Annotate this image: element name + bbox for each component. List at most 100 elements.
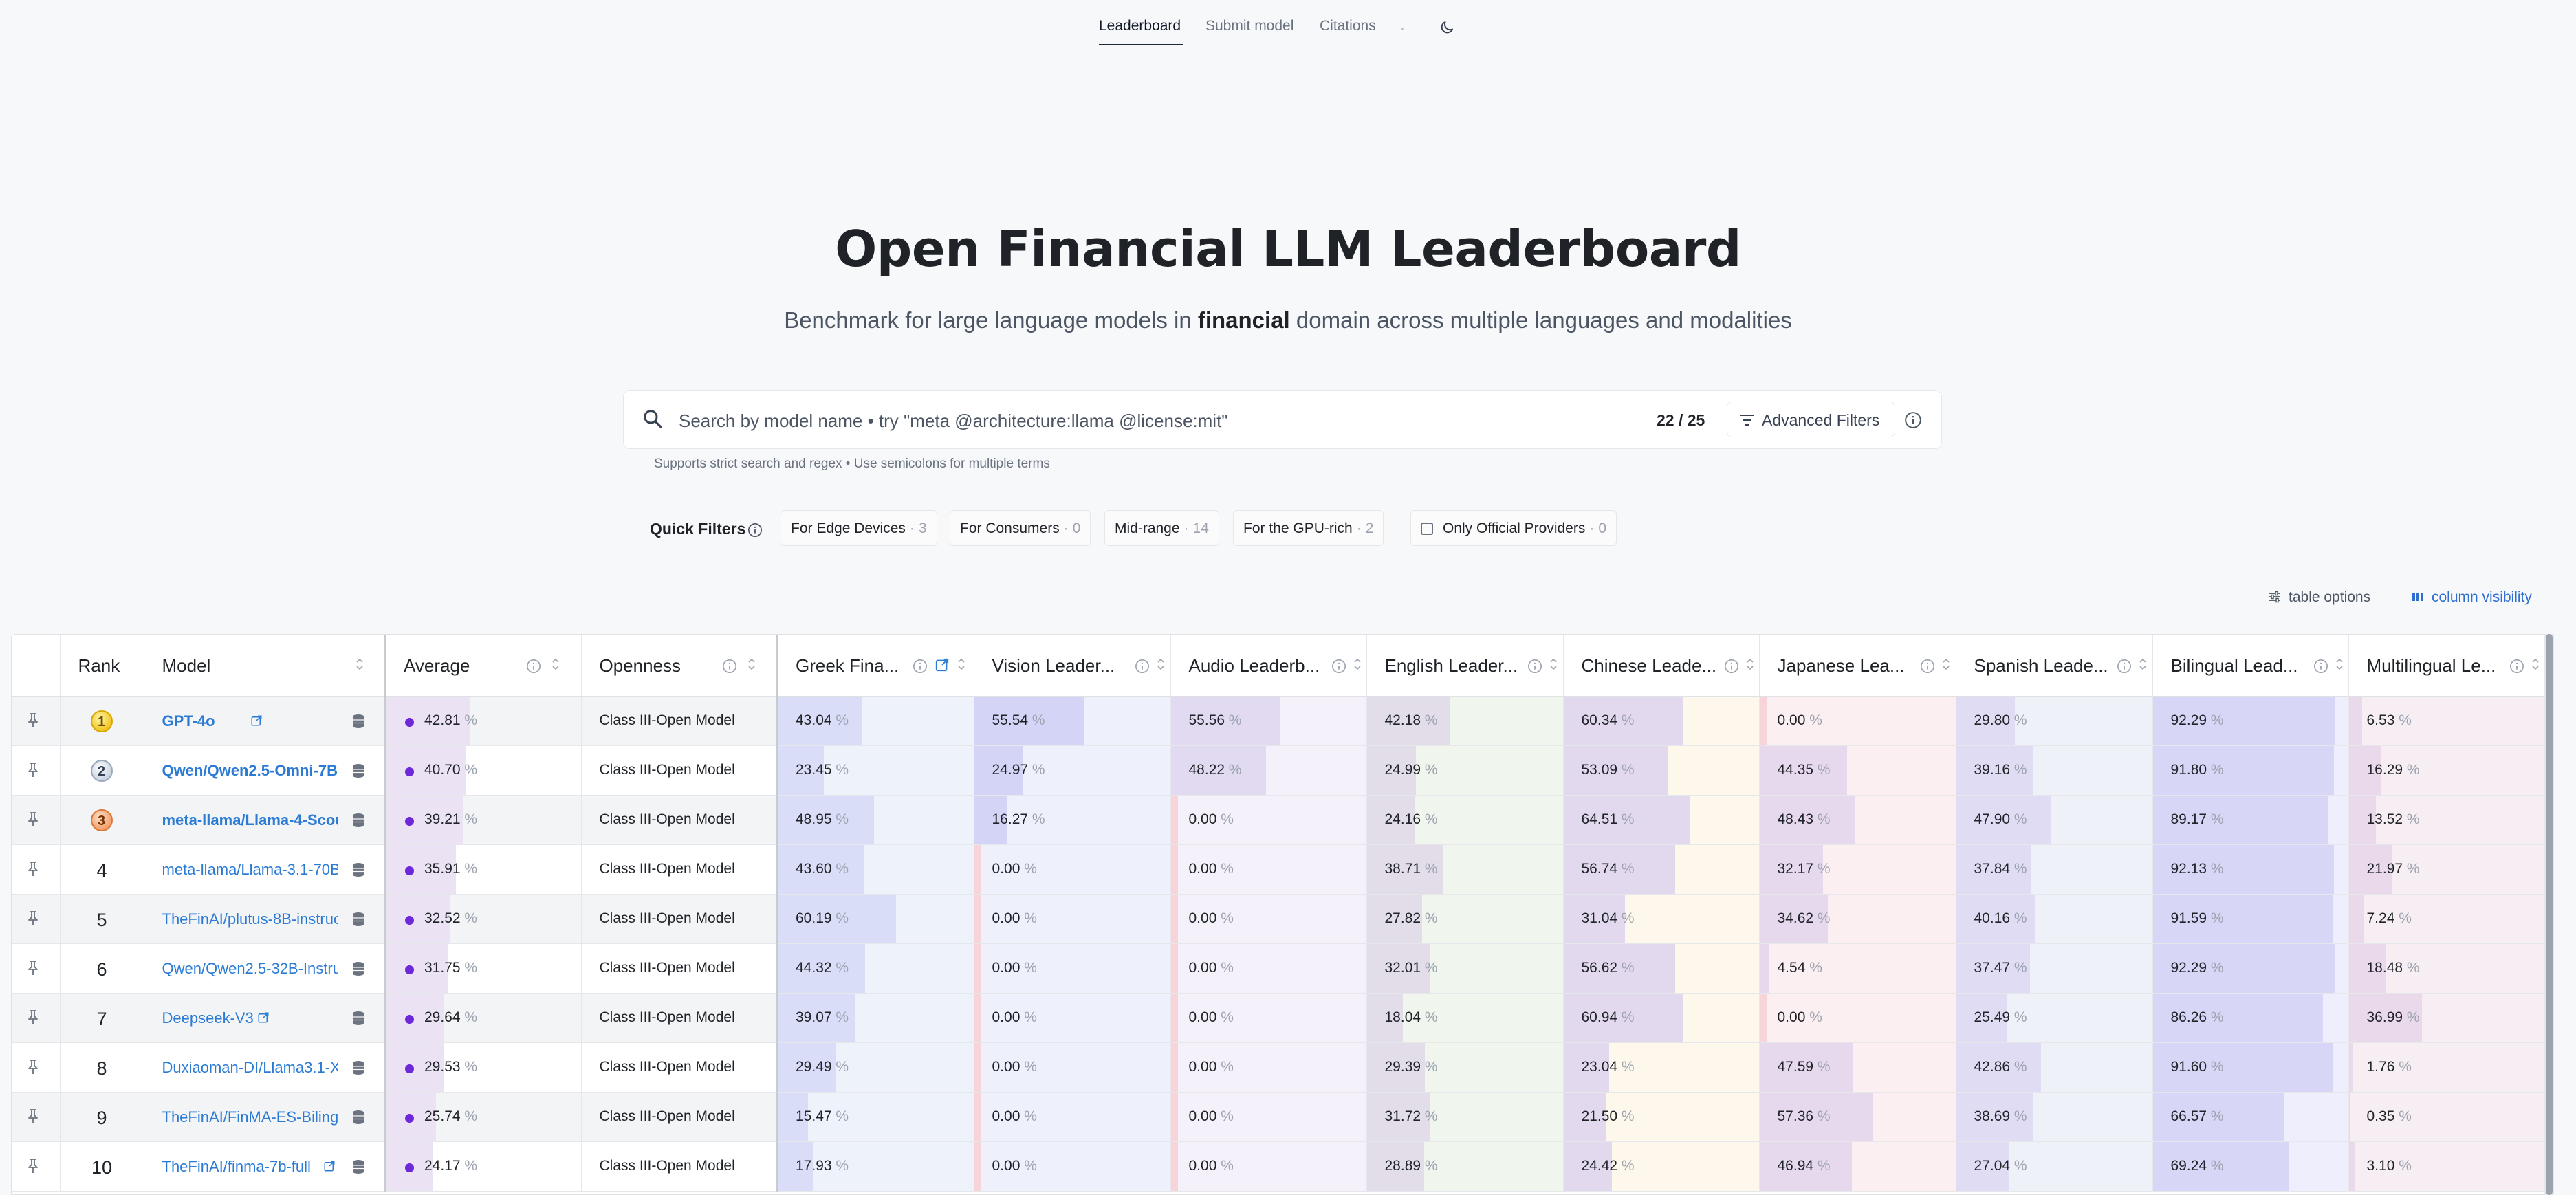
pin-cell[interactable] [12,1042,61,1093]
pin-cell[interactable] [12,745,61,796]
column-header-spanish[interactable]: Spanish Leade... [1956,635,2153,697]
column-header-model[interactable]: Model [144,635,386,697]
pin-icon[interactable] [25,861,41,877]
pin-cell[interactable] [12,1092,61,1142]
nav-citations[interactable]: Citations [1320,18,1376,34]
column-header-audio[interactable]: Audio Leaderb... [1170,635,1367,697]
scrollbar-thumb[interactable] [2546,634,2553,1195]
model-link[interactable]: TheFinAI/FinMA-ES-Bilingual [162,1108,338,1126]
model-link[interactable]: TheFinAI/finma-7b-full [162,1158,338,1176]
table-row[interactable]: 9 TheFinAI/FinMA-ES-Bilingual 25.74 % Class… [12,1092,2545,1142]
sort-icon[interactable] [551,655,560,677]
column-header-bilingual[interactable]: Bilingual Lead... [2152,635,2349,697]
search-input[interactable] [677,403,1574,439]
sort-icon[interactable] [1745,655,1755,677]
model-link[interactable]: Qwen/Qwen2.5-32B-Instruct [162,960,338,978]
sort-icon[interactable] [1156,655,1166,677]
column-header-rank[interactable]: Rank [60,635,144,697]
sort-icon[interactable] [2138,655,2148,677]
sort-icon[interactable] [1549,655,1558,677]
vertical-scrollbar[interactable] [2544,634,2554,1195]
info-icon[interactable] [2117,657,2132,679]
model-link[interactable]: TheFinAI/plutus-8B-instruct [162,910,338,928]
external-link-icon[interactable] [323,1160,336,1176]
info-icon[interactable] [1527,657,1542,679]
database-icon[interactable] [352,912,364,931]
column-header-greek[interactable]: Greek Fina... [777,635,974,697]
info-icon[interactable] [1331,657,1346,679]
sort-icon[interactable] [2335,655,2344,677]
nav-submit-model[interactable]: Submit model [1205,18,1294,34]
column-visibility-button[interactable]: column visibility [2411,589,2532,606]
database-icon[interactable] [352,862,364,881]
external-link-icon[interactable] [250,714,263,731]
sort-icon[interactable] [747,655,756,677]
pin-icon[interactable] [25,811,41,828]
info-icon[interactable] [722,657,737,679]
info-icon[interactable] [2313,657,2328,679]
column-header-english[interactable]: English Leader... [1366,635,1564,697]
info-icon[interactable] [1724,657,1739,679]
column-header-multilingual[interactable]: Multilingual Le... [2348,635,2545,697]
info-icon[interactable] [526,657,541,679]
info-icon[interactable] [913,657,928,679]
column-header-chinese[interactable]: Chinese Leade... [1563,635,1760,697]
pin-icon[interactable] [25,1158,41,1174]
pin-icon[interactable] [25,960,41,976]
quick-filter-mid-range[interactable]: Mid-range · 14 [1104,510,1219,546]
quick-filter-gpu-rich[interactable]: For the GPU-rich · 2 [1233,510,1384,546]
info-icon[interactable] [1920,657,1935,679]
pin-cell[interactable] [12,894,61,944]
info-icon[interactable] [1904,411,1922,432]
model-link[interactable]: Deepseek-V3 [162,1009,338,1027]
external-link-icon[interactable] [257,1011,270,1028]
pin-icon[interactable] [25,1059,41,1075]
external-link-icon[interactable] [935,656,950,677]
database-icon[interactable] [352,1060,364,1079]
sort-icon[interactable] [2531,655,2540,677]
table-row[interactable]: 10 TheFinAI/finma-7b-full 24.17 % Class III… [12,1141,2545,1192]
database-icon[interactable] [352,1011,364,1030]
database-icon[interactable] [352,961,364,980]
database-icon[interactable] [352,1110,364,1129]
model-link[interactable]: Duxiaoman-DI/Llama3.1-XuanYuan [162,1059,338,1077]
pin-icon[interactable] [25,1009,41,1026]
model-link[interactable]: meta-llama/Llama-4-Scout [162,811,338,829]
database-icon[interactable] [352,813,364,832]
database-icon[interactable] [352,714,364,733]
column-header-average[interactable]: Average [384,635,582,697]
table-row[interactable]: 7 Deepseek-V3 29.64 % Class III-Open Model 3… [12,993,2545,1043]
quick-filter-official-providers[interactable]: Only Official Providers · 0 [1410,510,1617,546]
info-icon[interactable] [2509,657,2524,679]
table-options-button[interactable]: table options [2268,589,2370,606]
table-row[interactable]: 8 Duxiaoman-DI/Llama3.1-XuanYuan 29.53 % Cl… [12,1042,2545,1093]
table-row[interactable]: 6 Qwen/Qwen2.5-32B-Instruct 31.75 % Class I… [12,943,2545,994]
model-link[interactable]: meta-llama/Llama-3.1-70B [162,861,338,879]
quick-filters-info-icon[interactable] [747,523,763,541]
official-providers-checkbox[interactable] [1421,523,1433,535]
pin-cell[interactable] [12,943,61,994]
pin-cell[interactable] [12,1141,61,1192]
pin-cell[interactable] [12,844,61,895]
model-link[interactable]: Qwen/Qwen2.5-Omni-7B [162,762,338,780]
sort-icon[interactable] [957,655,966,677]
nav-leaderboard[interactable]: Leaderboard [1099,18,1181,34]
table-row[interactable]: 5 TheFinAI/plutus-8B-instruct 32.52 % Class… [12,894,2545,944]
moon-icon[interactable] [1439,19,1455,39]
column-header-vision[interactable]: Vision Leader... [974,635,1171,697]
table-row[interactable]: 2 Qwen/Qwen2.5-Omni-7B 40.70 % Class III-Op… [12,745,2545,796]
sort-icon[interactable] [355,655,364,677]
database-icon[interactable] [352,763,364,782]
pin-icon[interactable] [25,910,41,927]
pin-cell[interactable] [12,993,61,1043]
pin-cell[interactable] [12,696,61,746]
advanced-filters-button[interactable]: Advanced Filters [1727,402,1896,437]
table-row[interactable]: 1 GPT-4o 42.81 % Class III-Open Model 43.04 … [12,696,2545,746]
quick-filter-consumers[interactable]: For Consumers · 0 [950,510,1091,546]
column-header-japanese[interactable]: Japanese Lea... [1759,635,1956,697]
sort-icon[interactable] [1941,655,1951,677]
pin-icon[interactable] [25,1108,41,1125]
info-icon[interactable] [1135,657,1150,679]
table-row[interactable]: 4 meta-llama/Llama-3.1-70B 35.91 % Class II… [12,844,2545,895]
quick-filter-edge-devices[interactable]: For Edge Devices · 3 [781,510,937,546]
